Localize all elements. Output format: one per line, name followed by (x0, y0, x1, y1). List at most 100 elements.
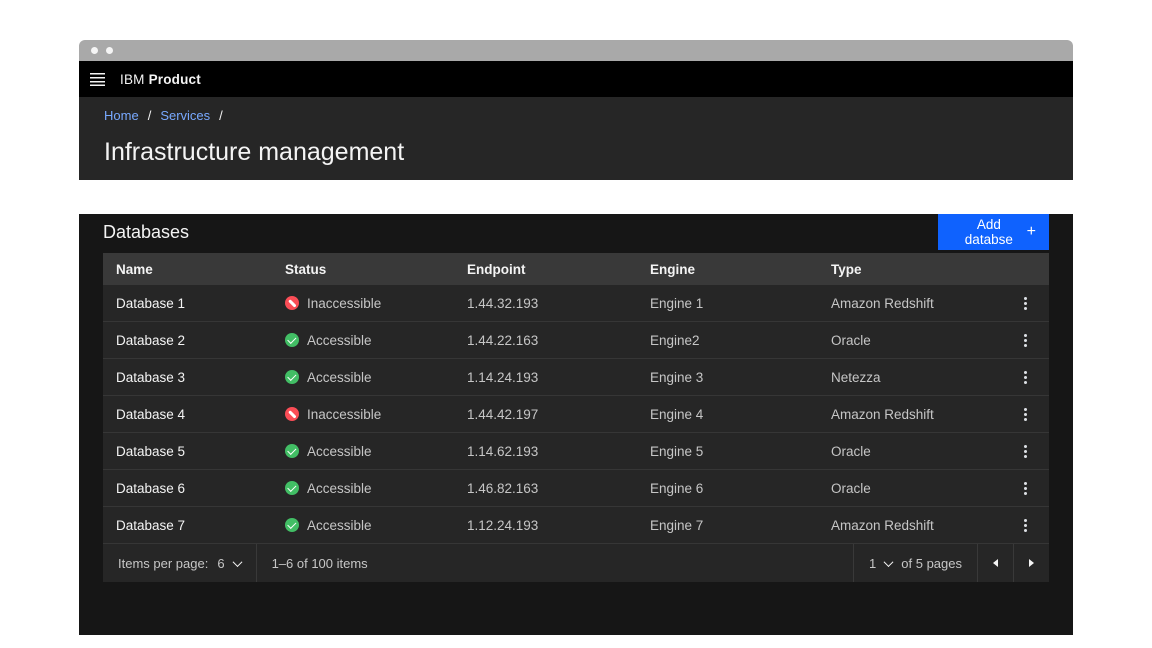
inaccessible-blocked-icon (285, 296, 299, 310)
cell-engine: Engine 7 (637, 518, 818, 533)
table-toolbar: Databases Add databse + (103, 214, 1049, 250)
accessible-checkmark-icon (285, 444, 299, 458)
cell-status-label: Inaccessible (307, 296, 381, 311)
page-number-value: 1 (869, 556, 876, 571)
overflow-menu-vertical-icon (1024, 334, 1027, 347)
app-window: IBM Product Home / Services / Infrastruc… (79, 40, 1073, 601)
cell-name: Database 1 (103, 296, 272, 311)
page-title: Infrastructure management (104, 138, 1048, 167)
cell-status: Accessible (272, 444, 454, 459)
table-row: Database 6 Accessible 1.46.82.163 Engine… (103, 470, 1049, 507)
cell-engine: Engine2 (637, 333, 818, 348)
cell-type: Netezza (818, 370, 1001, 385)
accessible-checkmark-icon (285, 481, 299, 495)
cell-status: Inaccessible (272, 407, 454, 422)
table-body: Database 1 Inaccessible 1.44.32.193 Engi… (103, 285, 1049, 544)
pagination-range-text: 1–6 of 100 items (257, 556, 383, 571)
cell-status-label: Accessible (307, 518, 372, 533)
brand-name: Product (149, 72, 201, 87)
window-titlebar (79, 40, 1073, 61)
cell-type: Amazon Redshift (818, 518, 1001, 533)
row-overflow-menu-button[interactable] (1001, 433, 1049, 469)
overflow-menu-vertical-icon (1024, 371, 1027, 384)
section-title: Databases (103, 222, 189, 243)
column-header-engine: Engine (637, 262, 818, 277)
previous-page-button[interactable] (977, 544, 1013, 582)
caret-right-icon (1029, 559, 1034, 567)
overflow-menu-vertical-icon (1024, 482, 1027, 495)
cell-status: Accessible (272, 481, 454, 496)
column-header-status: Status (272, 262, 454, 277)
row-overflow-menu-button[interactable] (1001, 359, 1049, 395)
brand: IBM Product (120, 72, 201, 87)
cell-name: Database 5 (103, 444, 272, 459)
overflow-menu-vertical-icon (1024, 445, 1027, 458)
accessible-checkmark-icon (285, 518, 299, 532)
cell-engine: Engine 1 (637, 296, 818, 311)
inaccessible-blocked-icon (285, 407, 299, 421)
table-header-row: Name Status Endpoint Engine Type (103, 253, 1049, 285)
items-per-page-select[interactable]: Items per page: 6 (103, 544, 257, 582)
cell-engine: Engine 3 (637, 370, 818, 385)
window-control-dot[interactable] (91, 47, 98, 54)
accessible-checkmark-icon (285, 370, 299, 384)
cell-endpoint: 1.44.42.197 (454, 407, 637, 422)
row-overflow-menu-button[interactable] (1001, 396, 1049, 432)
cell-status-label: Accessible (307, 444, 372, 459)
pagination-controls: 1 of 5 pages (853, 544, 1049, 582)
add-database-button[interactable]: Add databse + (938, 214, 1049, 250)
column-header-type: Type (818, 262, 1001, 277)
cell-status-label: Accessible (307, 333, 372, 348)
table-row: Database 4 Inaccessible 1.44.42.197 Engi… (103, 396, 1049, 433)
pages-total-text: of 5 pages (901, 556, 962, 571)
row-overflow-menu-button[interactable] (1001, 285, 1049, 321)
cell-status: Inaccessible (272, 296, 454, 311)
chevron-down-icon (884, 557, 894, 567)
page-header: Home / Services / Infrastructure managem… (79, 97, 1073, 180)
next-page-button[interactable] (1013, 544, 1049, 582)
row-overflow-menu-button[interactable] (1001, 470, 1049, 506)
hamburger-menu-icon[interactable] (90, 73, 105, 86)
cell-status: Accessible (272, 370, 454, 385)
plus-icon: + (1027, 223, 1036, 241)
cell-endpoint: 1.14.24.193 (454, 370, 637, 385)
pagination-bar: Items per page: 6 1–6 of 100 items 1 of … (103, 544, 1049, 582)
cell-type: Amazon Redshift (818, 407, 1001, 422)
cell-endpoint: 1.44.22.163 (454, 333, 637, 348)
breadcrumb: Home / Services / (104, 108, 1048, 123)
product-header: IBM Product (79, 61, 1073, 97)
column-header-name: Name (103, 262, 272, 277)
breadcrumb-separator: / (219, 108, 223, 123)
window-control-dot[interactable] (106, 47, 113, 54)
cell-name: Database 4 (103, 407, 272, 422)
cell-endpoint: 1.46.82.163 (454, 481, 637, 496)
column-header-endpoint: Endpoint (454, 262, 637, 277)
cell-type: Oracle (818, 333, 1001, 348)
cell-endpoint: 1.44.32.193 (454, 296, 637, 311)
cell-type: Oracle (818, 481, 1001, 496)
cell-type: Oracle (818, 444, 1001, 459)
cell-status-label: Inaccessible (307, 407, 381, 422)
breadcrumb-link-home[interactable]: Home (104, 108, 139, 123)
overflow-menu-vertical-icon (1024, 408, 1027, 421)
breadcrumb-link-services[interactable]: Services (160, 108, 210, 123)
breadcrumb-separator: / (148, 108, 152, 123)
row-overflow-menu-button[interactable] (1001, 322, 1049, 358)
row-overflow-menu-button[interactable] (1001, 507, 1049, 543)
main-content: Databases Add databse + Name Status Endp… (79, 214, 1073, 635)
caret-left-icon (993, 559, 998, 567)
cell-endpoint: 1.14.62.193 (454, 444, 637, 459)
items-per-page-value: 6 (217, 556, 224, 571)
cell-name: Database 6 (103, 481, 272, 496)
cell-status-label: Accessible (307, 481, 372, 496)
table-row: Database 7 Accessible 1.12.24.193 Engine… (103, 507, 1049, 544)
page-number-select[interactable]: 1 of 5 pages (853, 544, 977, 582)
cell-type: Amazon Redshift (818, 296, 1001, 311)
table-row: Database 2 Accessible 1.44.22.163 Engine… (103, 322, 1049, 359)
cell-engine: Engine 4 (637, 407, 818, 422)
items-per-page-label: Items per page: (118, 556, 208, 571)
accessible-checkmark-icon (285, 333, 299, 347)
brand-prefix: IBM (120, 72, 145, 87)
add-database-button-label: Add databse (951, 217, 1027, 247)
cell-name: Database 3 (103, 370, 272, 385)
